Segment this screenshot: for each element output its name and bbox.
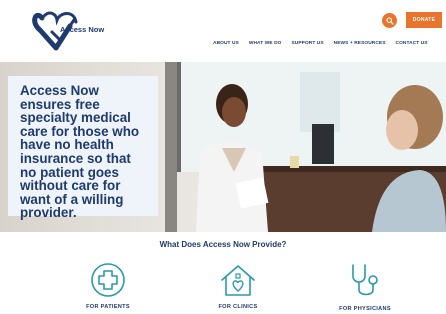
medical-cross-icon: [91, 263, 125, 297]
search-icon: [385, 16, 394, 25]
stethoscope-icon: [352, 264, 378, 296]
feature-label: FOR PATIENTS: [86, 304, 130, 310]
donate-button[interactable]: DONATE: [406, 12, 442, 28]
feature-clinics[interactable]: FOR CLINICS: [193, 262, 283, 310]
feature-patients[interactable]: FOR PATIENTS: [63, 262, 153, 310]
nav-what-we-do[interactable]: WHAT WE DO: [249, 41, 282, 46]
search-button[interactable]: [382, 13, 397, 28]
house-heart-icon: [221, 265, 255, 296]
nav-contact-us[interactable]: CONTACT US: [396, 41, 428, 46]
nav-news-resources[interactable]: NEWS + RESOURCES: [334, 41, 386, 46]
main-nav: ABOUT US WHAT WE DO SUPPORT US NEWS + RE…: [213, 41, 428, 46]
feature-physicians[interactable]: FOR PHYSICIANS: [320, 262, 410, 312]
hero-statement: Access Now ensures free specialty medica…: [20, 83, 140, 221]
logo-text: Access Now: [60, 25, 105, 34]
logo[interactable]: Access Now: [30, 8, 140, 58]
nav-about-us[interactable]: ABOUT US: [213, 41, 239, 46]
feature-label: FOR CLINICS: [218, 304, 258, 310]
feature-label: FOR PHYSICIANS: [339, 306, 391, 312]
site-header: Access Now DONATE ABOUT US WHAT WE DO SU…: [0, 0, 446, 58]
section-title: What Does Access Now Provide?: [159, 240, 287, 249]
nav-support-us[interactable]: SUPPORT US: [291, 41, 323, 46]
hero-banner: Access Now ensures free specialty medica…: [0, 62, 446, 232]
hero-text-box: Access Now ensures free specialty medica…: [8, 76, 158, 220]
